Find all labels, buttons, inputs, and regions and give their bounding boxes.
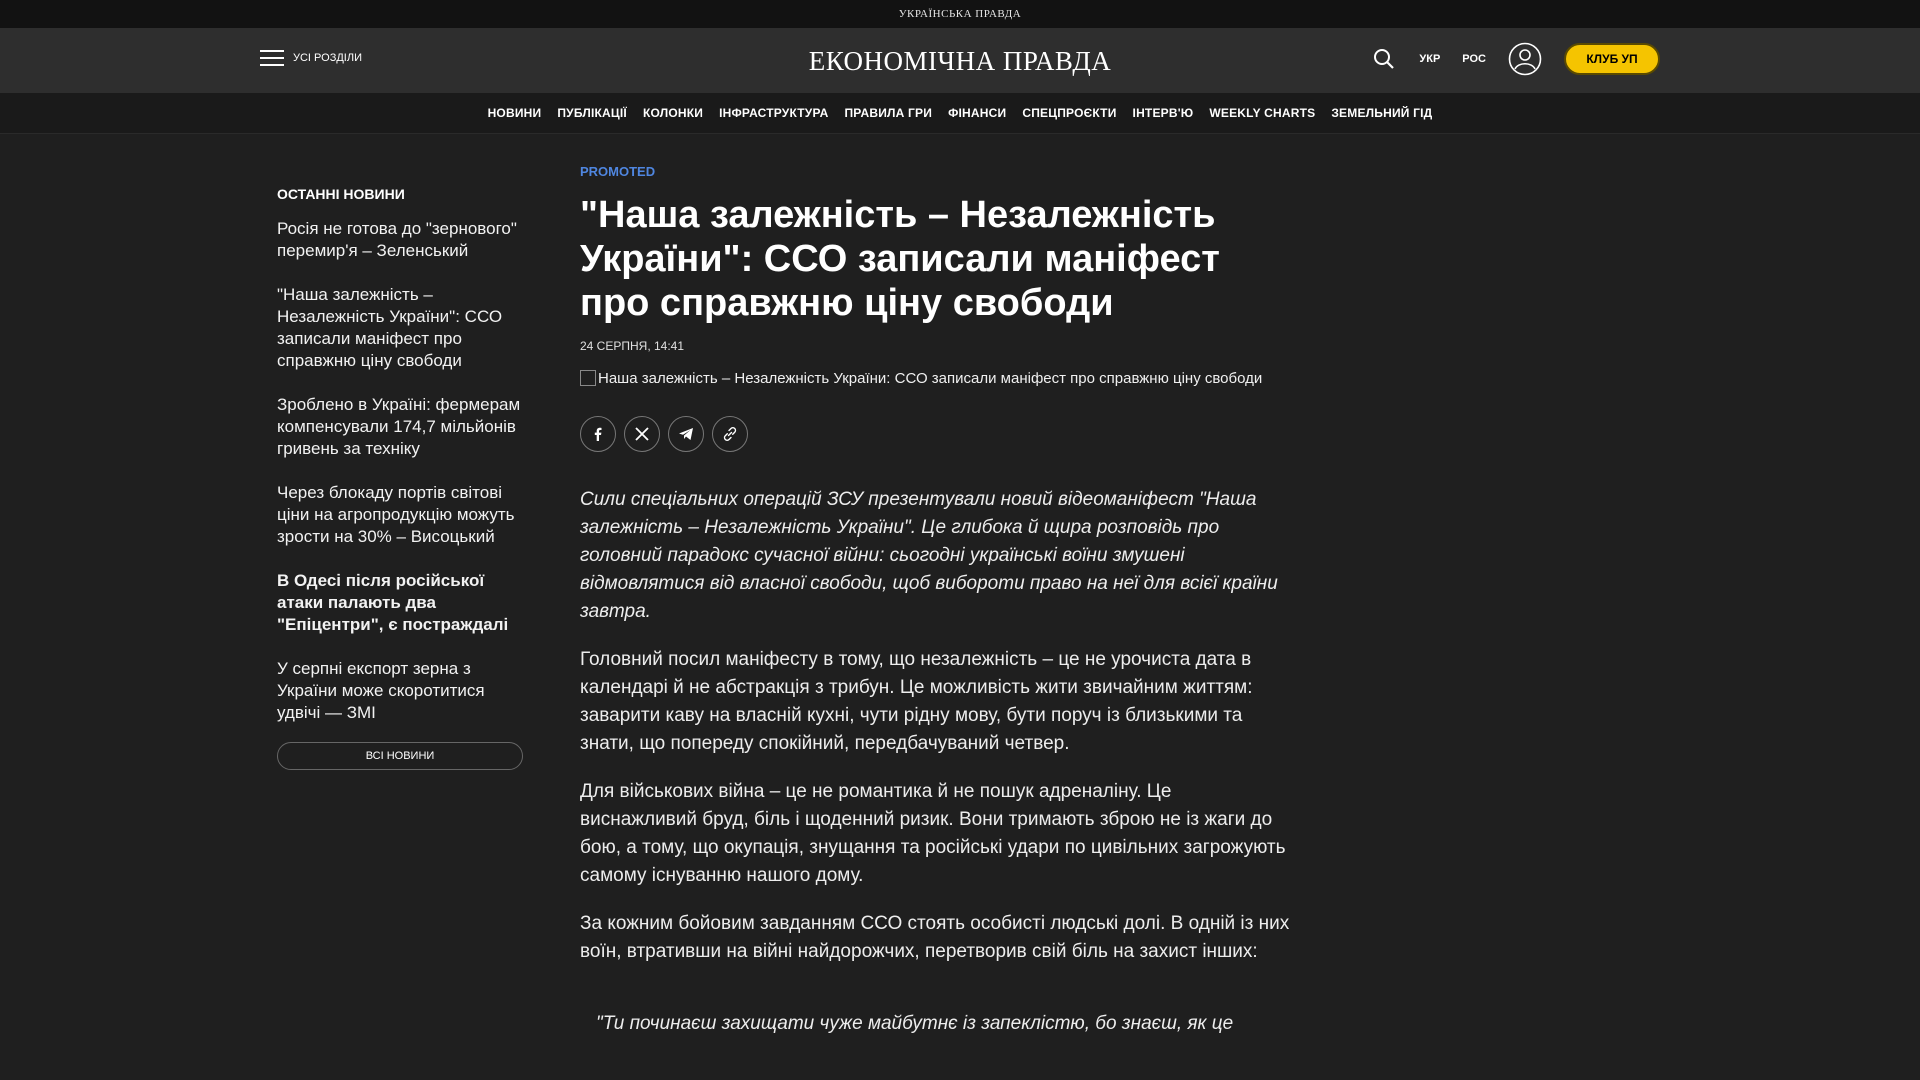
club-up-button[interactable]: КЛУБ УП	[1564, 43, 1660, 75]
all-news-button[interactable]: ВСІ НОВИНИ	[277, 742, 523, 770]
link-icon[interactable]	[712, 416, 748, 452]
news-item[interactable]: В Одесі після російської атаки палають д…	[277, 570, 523, 636]
share-buttons	[580, 416, 1290, 452]
article-lead: Сили спеціальних операцій ЗСУ презентува…	[580, 489, 1278, 622]
article-image-alt: Наша залежність – Незалежність України: …	[598, 370, 1263, 387]
news-item[interactable]: "Наша залежність – Незалежність України"…	[277, 284, 523, 372]
article-paragraph: Головний посил маніфесту в тому, що неза…	[580, 649, 1253, 754]
article-paragraph: Для військових війна – це не романтика й…	[580, 781, 1286, 886]
top-brand-bar: УКРАЇНСЬКА ПРАВДА	[0, 0, 1920, 28]
facebook-icon[interactable]	[580, 416, 616, 452]
main-nav: НОВИНИ ПУБЛІКАЦІЇ КОЛОНКИ ІНФРАСТРУКТУРА…	[0, 93, 1920, 134]
article-image: Наша залежність – Незалежність України: …	[580, 369, 1290, 388]
nav-item-infrastruktura[interactable]: ІНФРАСТРУКТУРА	[719, 106, 828, 120]
broken-image-icon	[580, 370, 596, 386]
news-item[interactable]: У серпні експорт зерна з України може ск…	[277, 658, 523, 724]
news-item[interactable]: Росія не готова до "зернового" перемир'я…	[277, 218, 523, 262]
latest-news-sidebar: ОСТАННІ НОВИНИ Росія не готова до "зерно…	[277, 186, 523, 770]
nav-item-weekly-charts[interactable]: WEEKLY CHARTS	[1209, 106, 1315, 120]
article-quote: "Ти починаєш захищати чуже майбутнє із з…	[596, 1013, 1234, 1034]
lang-ukr-link[interactable]: УКР	[1419, 53, 1440, 65]
news-item[interactable]: Через блокаду портів світові ціни на агр…	[277, 482, 523, 548]
nav-item-spetsproekty[interactable]: СПЕЦПРОЄКТИ	[1022, 106, 1116, 120]
nav-item-publikatsii[interactable]: ПУБЛІКАЦІЇ	[557, 106, 627, 120]
promoted-badge: PROMOTED	[580, 164, 656, 179]
search-icon[interactable]	[1371, 46, 1397, 72]
article-paragraph: За кожним бойовим завданням ССО стоять о…	[580, 913, 1290, 962]
user-icon[interactable]	[1508, 42, 1542, 76]
nav-item-zemelnyi-hid[interactable]: ЗЕМЕЛЬНИЙ ГІД	[1331, 106, 1432, 120]
news-item[interactable]: Зроблено в Україні: фермерам компенсувал…	[277, 394, 523, 460]
nav-item-interviu[interactable]: ІНТЕРВ'Ю	[1133, 106, 1194, 120]
nav-item-novyny[interactable]: НОВИНИ	[488, 106, 542, 120]
lang-ros-link[interactable]: РОС	[1462, 53, 1486, 65]
nav-item-finansy[interactable]: ФІНАНСИ	[948, 106, 1006, 120]
nav-item-pravyla-hry[interactable]: ПРАВИЛА ГРИ	[844, 106, 932, 120]
header-actions: УКР РОС КЛУБ УП	[1371, 42, 1660, 76]
nav-item-kolonky[interactable]: КОЛОНКИ	[643, 106, 703, 120]
up-brand-link[interactable]: УКРАЇНСЬКА ПРАВДА	[899, 8, 1022, 20]
article-date: 24 СЕРПНЯ, 14:41	[580, 339, 685, 353]
latest-news-title: ОСТАННІ НОВИНИ	[277, 186, 405, 202]
x-icon[interactable]	[624, 416, 660, 452]
article: PROMOTED "Наша залежність – Незалежність…	[580, 164, 1290, 1038]
article-title: "Наша залежність – Незалежність України"…	[580, 194, 1220, 324]
site-header: УСІ РОЗДІЛИ ЕКОНОМІЧНА ПРАВДА УКР РОС КЛ…	[0, 28, 1920, 93]
logo-text[interactable]: ЕКОНОМІЧНА ПРАВДА	[809, 46, 1112, 76]
telegram-icon[interactable]	[668, 416, 704, 452]
